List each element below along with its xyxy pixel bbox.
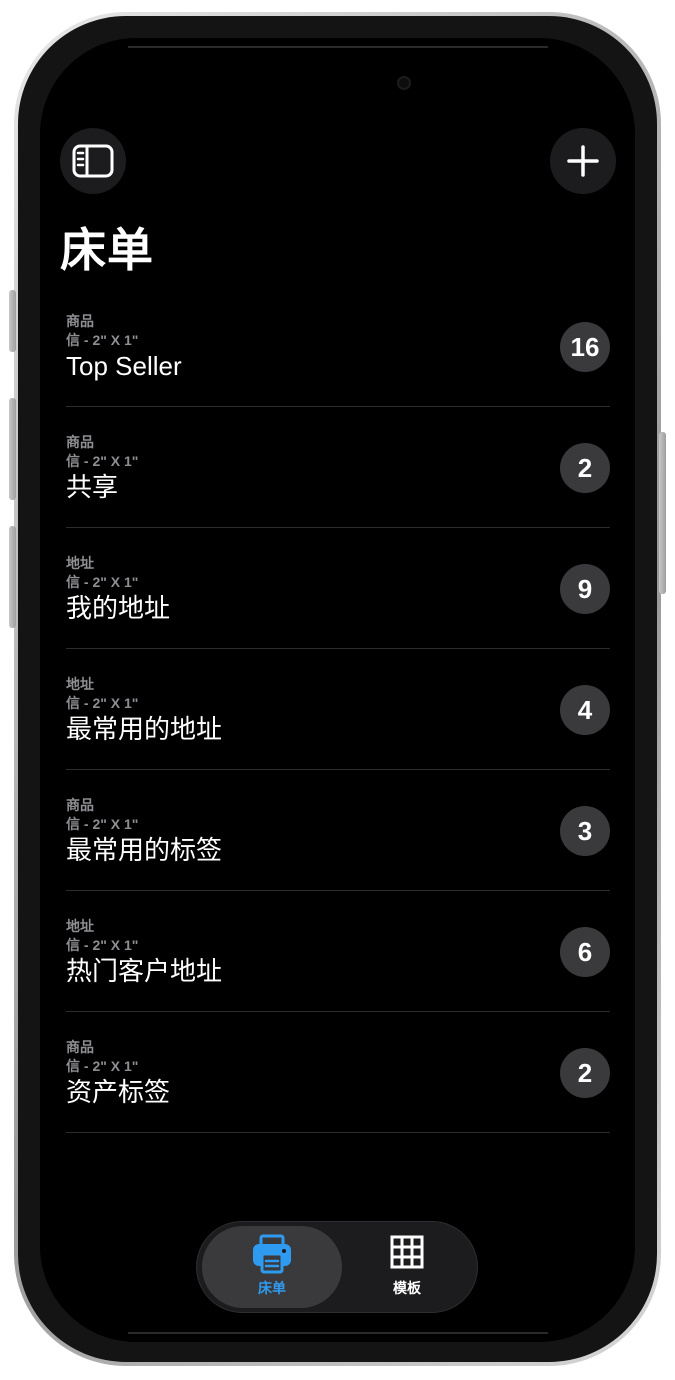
volume-up-button [9,398,16,500]
count-badge: 9 [560,564,610,614]
item-title: 热门客户地址 [66,956,223,986]
item-category: 地址 [66,676,94,692]
list-item[interactable]: 地址 信 - 2" X 1" 最常用的地址 4 [66,649,610,770]
plus-icon [567,145,599,177]
list-item[interactable]: 商品 信 - 2" X 1" Top Seller 16 [66,286,610,407]
item-title: 我的地址 [66,593,171,623]
grid-icon [390,1235,424,1269]
list-item[interactable]: 地址 信 - 2" X 1" 热门客户地址 6 [66,891,610,1012]
tab-sheets[interactable]: 床单 [202,1226,342,1308]
tab-sheets-label: 床单 [258,1280,286,1296]
printer-icon [253,1234,291,1274]
count-badge: 16 [560,322,610,372]
count-badge: 2 [560,1048,610,1098]
list-item[interactable]: 商品 信 - 2" X 1" 共享 2 [66,407,610,528]
app-screen: 床单 商品 信 - 2" X 1" Top Seller 16 商品 信 - 2… [40,38,635,1342]
item-size: 信 - 2" X 1" [66,574,139,590]
front-camera [397,76,411,90]
sidebar-icon [72,144,114,178]
item-size: 信 - 2" X 1" [66,332,139,348]
count-badge: 6 [560,927,610,977]
sheet-list: 商品 信 - 2" X 1" Top Seller 16 商品 信 - 2" X… [66,286,610,1133]
tab-templates-label: 模板 [393,1280,421,1296]
screen-edge-bottom [128,1332,548,1334]
count-badge: 3 [560,806,610,856]
item-size: 信 - 2" X 1" [66,453,139,469]
list-item[interactable]: 商品 信 - 2" X 1" 最常用的标签 3 [66,770,610,891]
list-item[interactable]: 商品 信 - 2" X 1" 资产标签 2 [66,1012,610,1133]
item-category: 商品 [66,1039,94,1055]
list-item[interactable]: 地址 信 - 2" X 1" 我的地址 9 [66,528,610,649]
item-category: 商品 [66,434,94,450]
item-title: 最常用的标签 [66,835,223,865]
sidebar-toggle-button[interactable] [60,128,126,194]
item-title: 资产标签 [66,1077,171,1107]
item-category: 地址 [66,555,94,571]
item-category: 商品 [66,313,94,329]
count-badge: 4 [560,685,610,735]
tab-templates[interactable]: 模板 [337,1226,477,1308]
item-title: Top Seller [66,351,182,381]
volume-down-button [9,526,16,628]
item-category: 地址 [66,918,94,934]
item-title: 最常用的地址 [66,714,223,744]
power-button [659,432,666,594]
item-size: 信 - 2" X 1" [66,816,139,832]
page-title: 床单 [60,224,154,276]
item-size: 信 - 2" X 1" [66,937,139,953]
tab-bar: 床单 模板 [196,1221,478,1313]
action-button [9,290,16,352]
add-button[interactable] [550,128,616,194]
item-category: 商品 [66,797,94,813]
count-badge: 2 [560,443,610,493]
item-title: 共享 [66,472,119,502]
item-size: 信 - 2" X 1" [66,695,139,711]
item-size: 信 - 2" X 1" [66,1058,139,1074]
screen-edge-top [128,46,548,48]
